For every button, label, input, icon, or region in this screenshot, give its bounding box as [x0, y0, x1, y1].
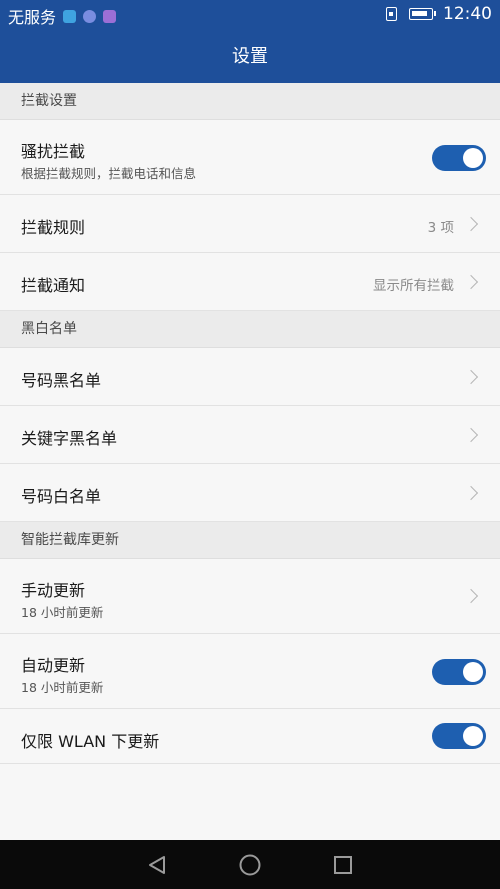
recent-apps-button[interactable] — [313, 840, 373, 889]
triangle-back-icon — [149, 855, 165, 874]
status-left: 无服务 — [8, 4, 117, 28]
wlan-only-toggle[interactable] — [432, 723, 486, 749]
auto-update-row[interactable]: 自动更新 18 小时前更新 — [0, 634, 500, 709]
chevron-right-icon — [463, 216, 479, 232]
manual-update-row[interactable]: 手动更新 18 小时前更新 — [0, 559, 500, 634]
harass-intercept-toggle[interactable] — [432, 145, 486, 171]
row-subtitle: 18 小时前更新 — [21, 605, 104, 620]
row-value: 显示所有拦截 — [373, 278, 454, 294]
row-title: 仅限 WLAN 下更新 — [21, 732, 160, 751]
row-title: 骚扰拦截 — [21, 142, 86, 161]
navigation-bar — [0, 840, 500, 889]
status-right: 12:40 — [386, 4, 492, 24]
chevron-right-icon — [463, 485, 479, 501]
settings-list: 拦截设置 骚扰拦截 根据拦截规则，拦截电话和信息 拦截规则 3 项 拦截通知 显… — [0, 83, 500, 764]
section-header-intercept: 拦截设置 — [0, 83, 500, 120]
row-title: 自动更新 — [21, 656, 86, 675]
toggle-knob — [463, 662, 483, 682]
status-bar: 无服务 12:40 — [0, 0, 500, 30]
clock-text: 12:40 — [443, 4, 492, 24]
number-blacklist-row[interactable]: 号码黑名单 — [0, 348, 500, 406]
row-value: 3 项 — [427, 220, 454, 236]
page-title: 设置 — [0, 30, 500, 83]
chevron-right-icon — [463, 274, 479, 290]
edit-notification-icon — [63, 9, 77, 23]
home-button[interactable] — [220, 840, 280, 889]
auto-update-toggle[interactable] — [432, 659, 486, 685]
shield-notification-icon — [83, 9, 97, 23]
section-header-update: 智能拦截库更新 — [0, 522, 500, 559]
section-header-lists: 黑白名单 — [0, 311, 500, 348]
keyword-blacklist-row[interactable]: 关键字黑名单 — [0, 406, 500, 464]
row-title: 号码黑名单 — [21, 371, 102, 390]
wlan-only-row[interactable]: 仅限 WLAN 下更新 — [0, 709, 500, 764]
toggle-knob — [463, 726, 483, 746]
chevron-right-icon — [463, 369, 479, 385]
back-button[interactable] — [127, 840, 187, 889]
number-whitelist-row[interactable]: 号码白名单 — [0, 464, 500, 522]
sim-icon — [386, 7, 397, 21]
row-subtitle: 18 小时前更新 — [21, 680, 104, 695]
row-title: 号码白名单 — [21, 487, 102, 506]
square-recent-icon — [334, 855, 352, 874]
settings-screen: 无服务 12:40 设置 拦截设置 骚扰拦截 根据拦截规则，拦截电话和信息 拦截… — [0, 0, 500, 889]
carrier-text: 无服务 — [8, 8, 57, 27]
row-title: 手动更新 — [21, 581, 86, 600]
battery-icon — [409, 8, 436, 20]
toggle-knob — [463, 148, 483, 168]
gallery-notification-icon — [103, 9, 117, 23]
row-subtitle: 根据拦截规则，拦截电话和信息 — [21, 166, 197, 181]
row-title: 拦截规则 — [21, 218, 86, 237]
circle-home-icon — [239, 854, 261, 875]
intercept-notify-row[interactable]: 拦截通知 显示所有拦截 — [0, 253, 500, 311]
row-title: 关键字黑名单 — [21, 429, 118, 448]
chevron-right-icon — [463, 588, 479, 604]
chevron-right-icon — [463, 427, 479, 443]
row-title: 拦截通知 — [21, 276, 86, 295]
intercept-rules-row[interactable]: 拦截规则 3 项 — [0, 195, 500, 253]
harass-intercept-row[interactable]: 骚扰拦截 根据拦截规则，拦截电话和信息 — [0, 120, 500, 195]
